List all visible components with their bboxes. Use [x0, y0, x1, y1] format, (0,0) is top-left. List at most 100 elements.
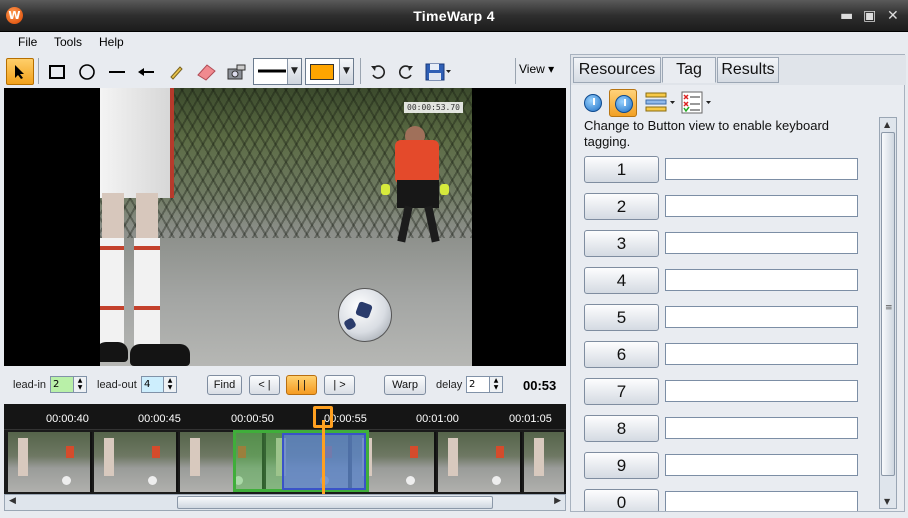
- save-button[interactable]: [421, 58, 455, 85]
- thumbnail-frame: [438, 432, 522, 492]
- tag-row: 5: [584, 304, 859, 332]
- clock-active-button[interactable]: [609, 89, 637, 117]
- tag-button-9[interactable]: 9: [584, 452, 659, 479]
- tag-name-input[interactable]: [665, 269, 858, 291]
- line-style-icon: [258, 69, 286, 73]
- tag-button-5[interactable]: 5: [584, 304, 659, 331]
- side-panel: Resources Tag Results Change to Button v…: [570, 54, 906, 512]
- timeline[interactable]: 00:00:40 00:00:45 00:00:50 00:00:55 00:0…: [4, 404, 566, 494]
- playhead-line[interactable]: [322, 420, 325, 494]
- close-button[interactable]: ✕: [887, 8, 899, 24]
- tag-name-input[interactable]: [665, 195, 858, 217]
- redo-button[interactable]: [392, 58, 420, 85]
- rectangle-icon: [49, 64, 65, 79]
- tag-name-input[interactable]: [665, 343, 858, 365]
- menu-tools[interactable]: Tools: [54, 35, 82, 49]
- circle-icon: [79, 63, 95, 80]
- playhead-handle[interactable]: [313, 406, 333, 428]
- timeline-ruler[interactable]: 00:00:40 00:00:45 00:00:50 00:00:55 00:0…: [4, 404, 566, 430]
- tag-button-0[interactable]: 0: [584, 489, 659, 511]
- tag-name-input[interactable]: [665, 380, 858, 402]
- delay-value: 2: [469, 379, 476, 390]
- tab-tag[interactable]: Tag: [662, 57, 716, 83]
- checklist-dropdown[interactable]: [679, 89, 715, 117]
- warp-button[interactable]: Warp: [384, 375, 426, 395]
- tab-resources[interactable]: Resources: [573, 57, 661, 83]
- tag-row: 4: [584, 267, 859, 295]
- previous-button[interactable]: < |: [249, 375, 280, 395]
- scrollbar-thumb[interactable]: ≡: [881, 132, 895, 476]
- tag-button-4[interactable]: 4: [584, 267, 659, 294]
- pencil-tool[interactable]: [162, 58, 190, 85]
- tag-button-7[interactable]: 7: [584, 378, 659, 405]
- lead-out-stepper[interactable]: 4 ▲ ▼: [141, 376, 177, 393]
- rectangle-tool[interactable]: [43, 58, 71, 85]
- tag-row: 1: [584, 156, 859, 184]
- tag-name-input[interactable]: [665, 454, 858, 476]
- tag-name-input[interactable]: [665, 306, 858, 328]
- thumbnail-frame: [94, 432, 178, 492]
- menu-file[interactable]: File: [18, 35, 37, 49]
- line-style-select[interactable]: ▼: [253, 58, 302, 85]
- menu-help[interactable]: Help: [99, 35, 124, 49]
- line-tool[interactable]: [103, 58, 131, 85]
- timeline-scrollbar[interactable]: ◀ ▶: [4, 494, 566, 511]
- maximize-button[interactable]: ▣: [863, 8, 876, 24]
- view-menu-button[interactable]: View ▾: [519, 62, 554, 76]
- scroll-down-icon[interactable]: ▼: [884, 497, 890, 506]
- find-button[interactable]: Find: [207, 375, 242, 395]
- cursor-arrow-icon: [15, 64, 24, 79]
- tag-name-input[interactable]: [665, 232, 858, 254]
- spinner-arrows-icon[interactable]: ▲ ▼: [163, 377, 176, 392]
- playback-controls: lead-in 2 ▲ ▼ lead-out 4 ▲ ▼ Find < | | | …: [0, 370, 568, 402]
- next-button[interactable]: | >: [324, 375, 355, 395]
- color-swatch: [310, 64, 334, 80]
- tag-name-input[interactable]: [665, 491, 858, 511]
- window-title: TimeWarp 4: [413, 8, 495, 24]
- lead-in-stepper[interactable]: 2 ▲ ▼: [50, 376, 87, 393]
- tag-name-input[interactable]: [665, 417, 858, 439]
- line-icon: [109, 70, 125, 73]
- video-player[interactable]: 00:00:53.70: [4, 88, 566, 366]
- tag-name-input[interactable]: [665, 158, 858, 180]
- spinner-arrows-icon[interactable]: ▲ ▼: [489, 377, 502, 392]
- eraser-tool[interactable]: [192, 58, 220, 85]
- tag-row: 3: [584, 230, 859, 258]
- pause-button[interactable]: | |: [286, 375, 317, 395]
- scroll-up-icon[interactable]: ▲: [884, 120, 890, 129]
- minimize-button[interactable]: ▬: [840, 8, 853, 24]
- ellipse-tool[interactable]: [73, 58, 101, 85]
- tag-button-6[interactable]: 6: [584, 341, 659, 368]
- list-view-icon: [645, 92, 675, 112]
- color-select[interactable]: ▼: [305, 58, 354, 85]
- scroll-left-icon[interactable]: ◀: [9, 496, 16, 506]
- delay-stepper[interactable]: 2 ▲ ▼: [466, 376, 503, 393]
- timeline-tick-label: 00:01:05: [509, 413, 552, 425]
- scrollbar-thumb[interactable]: [177, 496, 493, 509]
- grip-icon: ≡: [885, 303, 893, 313]
- tab-results[interactable]: Results: [717, 57, 779, 83]
- tag-row: 6: [584, 341, 859, 369]
- soccer-ball: [338, 288, 392, 342]
- pointer-tool[interactable]: [6, 58, 34, 85]
- title-bar: W TimeWarp 4 ▬ ▣ ✕: [0, 0, 908, 32]
- spinner-arrows-icon[interactable]: ▲ ▼: [73, 377, 86, 392]
- tag-button-2[interactable]: 2: [584, 193, 659, 220]
- thumbnail-frame: [524, 432, 566, 492]
- tag-button-8[interactable]: 8: [584, 415, 659, 442]
- toolbar-divider: [515, 58, 516, 84]
- list-view-dropdown[interactable]: [643, 89, 679, 117]
- camera-tool[interactable]: [222, 58, 250, 85]
- clock-button[interactable]: [579, 89, 607, 117]
- scroll-right-icon[interactable]: ▶: [554, 496, 561, 506]
- arrow-tool[interactable]: [132, 58, 160, 85]
- video-frame: 00:00:53.70: [100, 88, 472, 366]
- eraser-icon: [197, 63, 216, 81]
- tag-button-1[interactable]: 1: [584, 156, 659, 183]
- redo-icon: [398, 64, 413, 79]
- panel-scrollbar[interactable]: ▲ ≡ ▼: [879, 117, 897, 509]
- tag-button-3[interactable]: 3: [584, 230, 659, 257]
- panel-tabs: Resources Tag Results: [571, 55, 906, 85]
- tag-row: 9: [584, 452, 859, 480]
- undo-button[interactable]: [364, 58, 392, 85]
